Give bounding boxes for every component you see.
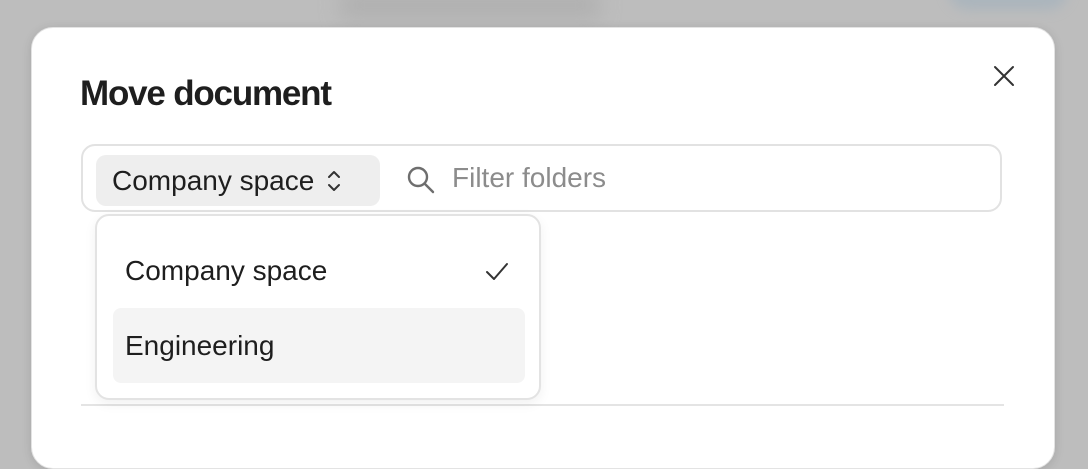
check-icon <box>483 257 511 285</box>
search-icon <box>406 165 436 195</box>
space-selector[interactable]: Company space <box>96 155 380 206</box>
space-selector-label: Company space <box>112 164 315 196</box>
backdrop-shape <box>948 0 1068 10</box>
folder-search-bar: Company space <box>81 144 1002 212</box>
divider <box>81 404 1004 406</box>
option-label: Engineering <box>125 329 275 361</box>
space-dropdown-menu: Company space Engineering <box>95 214 541 400</box>
backdrop-shape <box>340 0 600 20</box>
close-icon <box>992 64 1016 88</box>
close-button[interactable] <box>990 62 1018 90</box>
dropdown-option-engineering[interactable]: Engineering <box>113 308 525 383</box>
chevron-up-down-icon <box>326 168 342 194</box>
dropdown-option-company-space[interactable]: Company space <box>113 233 525 308</box>
dialog-title: Move document <box>80 74 332 113</box>
filter-folders-input[interactable] <box>452 158 972 198</box>
option-label: Company space <box>125 254 328 286</box>
